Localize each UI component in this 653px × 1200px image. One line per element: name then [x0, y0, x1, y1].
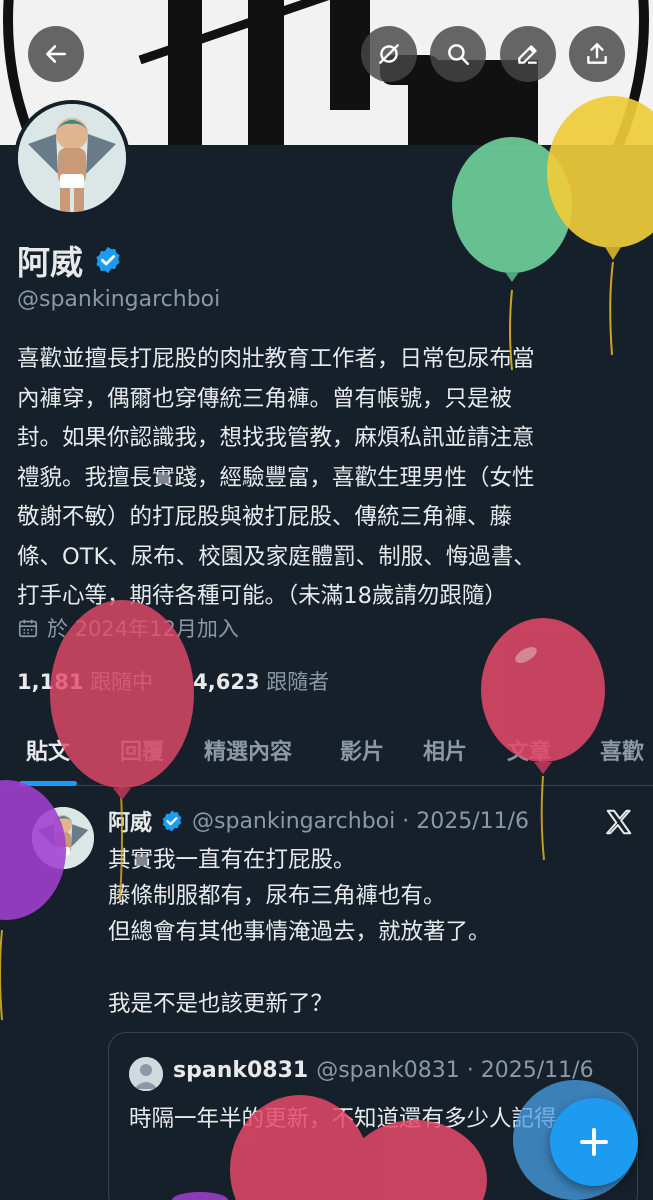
profile-stats: 1,181 跟隨中 4,623 跟隨者 — [17, 666, 329, 696]
tab-videos[interactable]: 影片 — [340, 734, 384, 766]
post-author-avatar[interactable] — [32, 807, 94, 869]
following-link[interactable]: 1,181 跟隨中 — [17, 666, 153, 696]
tab-posts[interactable]: 貼文 — [26, 734, 70, 766]
search-button[interactable] — [430, 26, 486, 82]
profile-name-row: 阿威 — [17, 236, 123, 284]
calendar-icon — [18, 619, 38, 638]
search-icon — [448, 44, 469, 65]
active-tab-indicator — [19, 781, 77, 786]
joined-date: 於 2024年12月加入 — [47, 617, 239, 641]
share-icon — [587, 43, 607, 64]
tab-photos[interactable]: 相片 — [423, 734, 467, 766]
profile-handle: @spankingarchboi — [17, 287, 221, 312]
quote-author-avatar — [129, 1057, 163, 1091]
quote-author-name: spank0831 — [173, 1058, 309, 1083]
followers-link[interactable]: 4,623 跟隨者 — [193, 666, 329, 696]
balloon-icon — [452, 137, 572, 371]
profile-tabs: 貼文 回覆 精選內容 影片 相片 文章 喜歡 — [0, 720, 653, 786]
x-logo-icon[interactable] — [604, 807, 634, 837]
quote-meta: @spank0831 · 2025/11/6 — [316, 1058, 594, 1083]
tab-articles[interactable]: 文章 — [507, 734, 551, 766]
arrow-left-icon — [46, 45, 66, 63]
followers-label: 跟隨者 — [266, 670, 330, 694]
following-count: 1,181 — [17, 670, 84, 694]
post-author-name[interactable]: 阿威 — [108, 805, 152, 837]
grok-icon — [379, 44, 399, 64]
profile-avatar[interactable] — [14, 100, 130, 216]
plus-icon — [580, 1128, 608, 1156]
post-header: 阿威 @spankingarchboi · 2025/11/6 — [108, 805, 529, 837]
followers-count: 4,623 — [193, 670, 260, 694]
back-button[interactable] — [28, 26, 84, 82]
grok-button[interactable] — [361, 26, 417, 82]
verified-badge-icon[interactable] — [93, 245, 123, 275]
quote-header: spank0831 @spank0831 · 2025/11/6 — [173, 1058, 594, 1083]
profile-bio: 喜歡並擅長打屁股的肉壯教育工作者，日常包尿布當 內褲穿，偶爾也穿傳統三角褲。曾有… — [17, 346, 536, 609]
tab-replies[interactable]: 回覆 — [120, 734, 164, 766]
tab-highlights[interactable]: 精選內容 — [204, 734, 292, 766]
post-text: 其實我一直有在打屁股。 藤條制服都有，尿布三角褲也有。 但總會有其他事情淹過去，… — [108, 847, 491, 1017]
edit-profile-button[interactable] — [500, 26, 556, 82]
following-label: 跟隨中 — [90, 670, 154, 694]
avatar-image — [18, 104, 126, 212]
share-button[interactable] — [569, 26, 625, 82]
profile-joined: 於 2024年12月加入 — [17, 613, 239, 643]
profile-display-name: 阿威 — [17, 243, 83, 282]
tab-likes[interactable]: 喜歡 — [600, 734, 644, 766]
verified-badge-icon — [162, 810, 182, 832]
compose-button[interactable] — [550, 1098, 638, 1186]
post-meta: @spankingarchboi · 2025/11/6 — [192, 808, 530, 834]
pencil-icon — [518, 45, 537, 64]
